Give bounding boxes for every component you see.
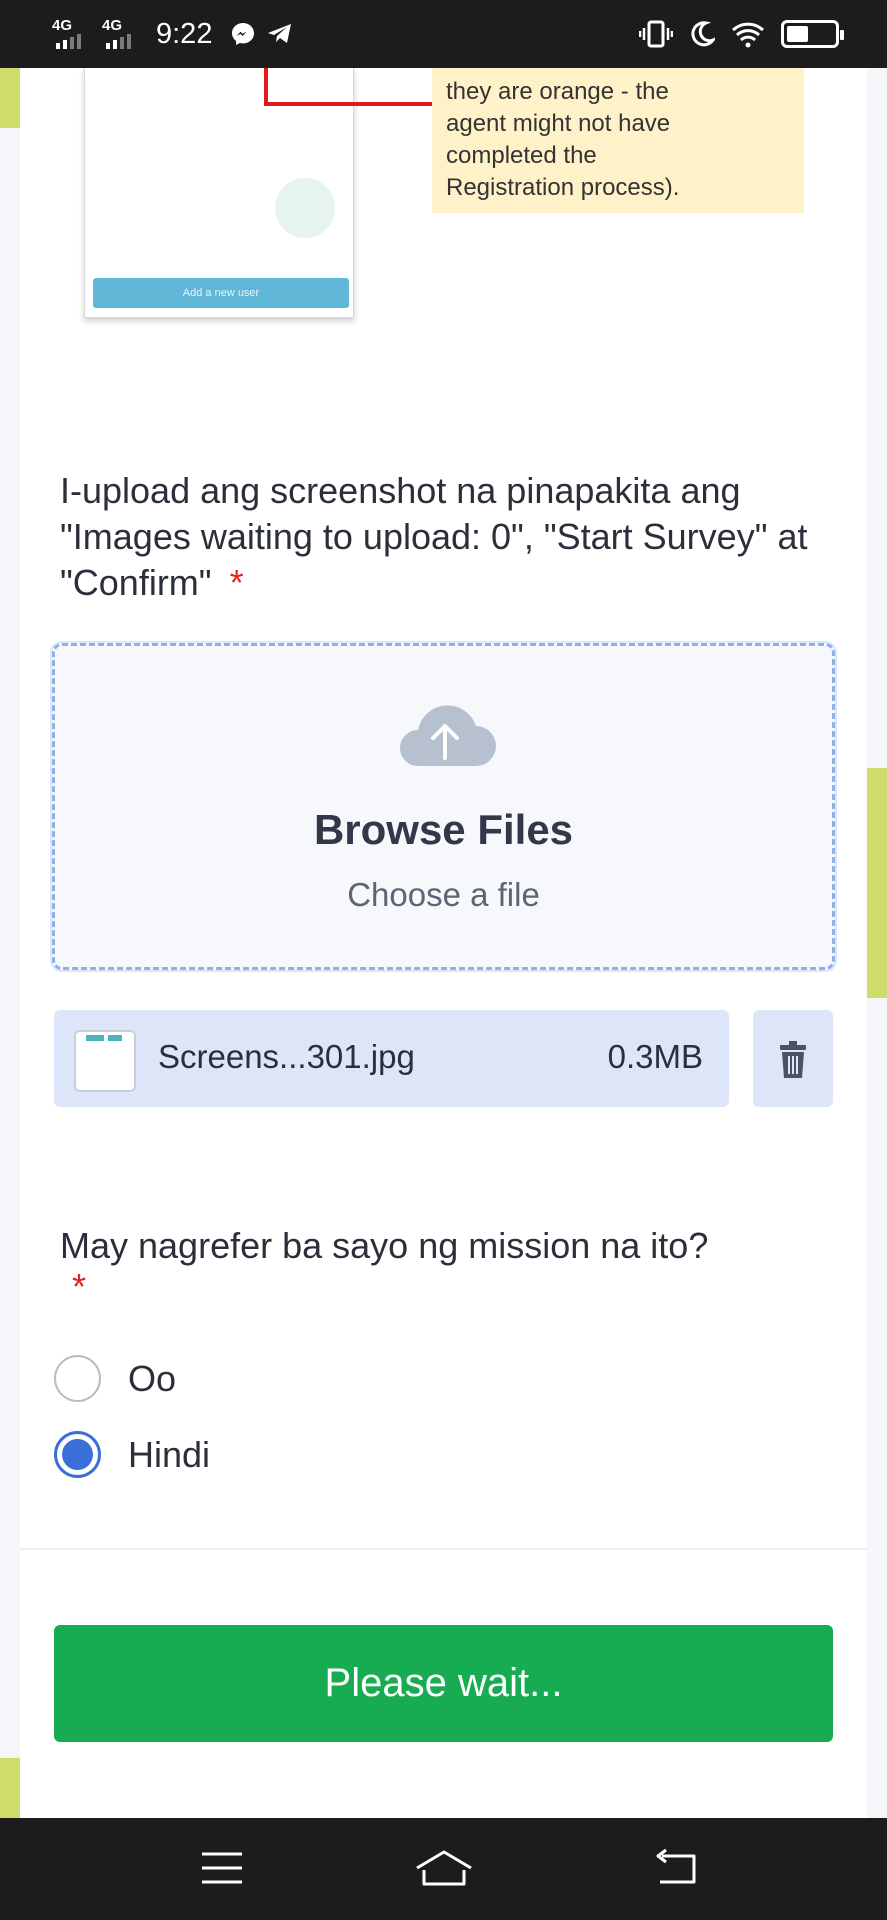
referral-question-text: May nagrefer ba sayo ng mission na ito? bbox=[60, 1225, 709, 1266]
status-bar: 4G 4G 9:22 bbox=[0, 0, 887, 68]
back-icon[interactable] bbox=[652, 1848, 698, 1888]
upload-question-text: I-upload ang screenshot na pinapakita an… bbox=[60, 470, 808, 603]
browse-files-title: Browse Files bbox=[313, 806, 574, 853]
cloud-upload-icon bbox=[400, 705, 496, 766]
radio-button[interactable] bbox=[54, 1355, 101, 1402]
radio-option-hindi[interactable]: Hindi bbox=[54, 1431, 210, 1478]
required-asterisk: * bbox=[229, 562, 244, 603]
file-thumbnail bbox=[74, 1030, 136, 1092]
background-decoration-left bbox=[0, 68, 20, 1818]
mockup-add-user-button: Add a new user bbox=[93, 278, 349, 308]
vibrate-icon bbox=[639, 20, 673, 48]
upload-question-label: I-upload ang screenshot na pinapakita an… bbox=[60, 468, 850, 606]
file-size: 0.3MB bbox=[607, 1038, 703, 1075]
signal-icon: 4G bbox=[50, 17, 90, 51]
wifi-icon bbox=[731, 22, 765, 48]
menu-icon[interactable] bbox=[200, 1848, 244, 1888]
delete-file-button[interactable] bbox=[753, 1010, 833, 1107]
radio-button-selected[interactable] bbox=[54, 1431, 101, 1478]
referral-question-label: May nagrefer ba sayo ng mission na ito? … bbox=[60, 1223, 850, 1305]
instruction-note-text: they are orange - the agent might not ha… bbox=[446, 78, 680, 201]
callout-line bbox=[264, 68, 268, 106]
form-card: Add a new user they are orange - the age… bbox=[20, 68, 867, 1818]
instruction-image: Add a new user they are orange - the age… bbox=[84, 68, 844, 338]
radio-label: Hindi bbox=[128, 1433, 211, 1475]
status-bar-right bbox=[639, 20, 844, 48]
divider bbox=[20, 1548, 867, 1550]
submit-button[interactable]: Please wait... bbox=[54, 1625, 833, 1742]
network-type-1: 4G bbox=[52, 17, 73, 34]
signal-icon-2: 4G bbox=[100, 17, 140, 51]
callout-line-horizontal bbox=[264, 102, 432, 106]
choose-file-subtitle: Choose a file bbox=[347, 876, 540, 913]
messenger-icon bbox=[232, 23, 255, 45]
radio-label: Oo bbox=[128, 1357, 177, 1399]
uploaded-file-item: Screens...301.jpg 0.3MB bbox=[54, 1010, 729, 1107]
telegram-icon bbox=[268, 24, 292, 43]
background-decoration-right bbox=[867, 68, 887, 1818]
instruction-note: they are orange - the agent might not ha… bbox=[432, 68, 804, 213]
status-bar-left: 4G 4G 9:22 bbox=[50, 17, 294, 51]
radio-option-oo[interactable]: Oo bbox=[54, 1355, 176, 1402]
file-dropzone[interactable]: Browse Files Choose a file bbox=[52, 643, 835, 970]
file-name: Screens...301.jpg bbox=[158, 1038, 415, 1075]
navigation-bar bbox=[0, 1818, 887, 1920]
network-type-2: 4G bbox=[102, 17, 123, 34]
moon-icon bbox=[691, 21, 715, 47]
battery-icon bbox=[781, 20, 844, 48]
required-asterisk: * bbox=[72, 1266, 87, 1307]
trash-icon bbox=[780, 1040, 806, 1078]
clock: 9:22 bbox=[156, 17, 213, 50]
home-icon[interactable] bbox=[414, 1848, 474, 1888]
